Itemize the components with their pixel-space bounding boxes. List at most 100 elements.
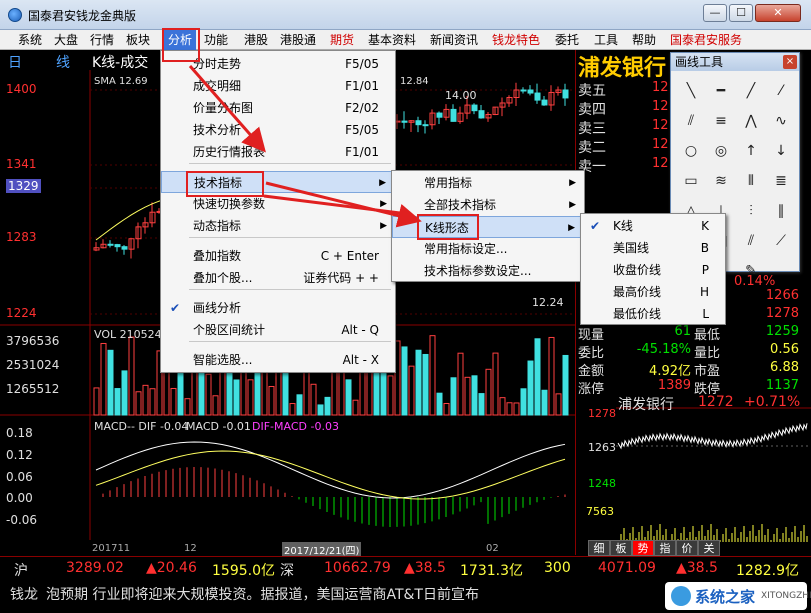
draw-tool-icon[interactable]: ⟋ [767,227,795,255]
minimize-button[interactable]: — [703,4,727,22]
draw-tool-icon[interactable]: ⫽ [737,227,765,255]
analysis-menu-item[interactable]: 个股区间统计 Alt - Q [161,319,395,341]
menu-14[interactable]: 帮助 [628,30,660,50]
menu-15[interactable]: 国泰君安服务 [666,30,746,50]
indicator-menu-item[interactable]: 常用指标 ▶ [392,172,584,194]
news-ticker[interactable]: 泡预期 行业即将迎来大规模投资。据报道，美国运营商AT&T日前宣布 [46,584,479,604]
macd-tick: 0.18 [6,426,33,440]
draw-tool-icon[interactable]: ⫽ [677,107,705,135]
menu-10[interactable]: 新闻资讯 [426,30,482,50]
mini-stock-name: 浦发银行 [618,397,674,413]
maximize-button[interactable]: ☐ [729,4,753,22]
menu-item-label: 技术指标参数设定... [424,264,532,278]
analysis-menu-item[interactable]: 历史行情报表 F1/01 [161,141,395,163]
draw-tool-icon[interactable]: ◎ [707,137,735,165]
menu-item-label: 全部技术指标 [424,198,497,212]
volume-bar [310,383,317,416]
draw-tool-icon[interactable] [767,257,795,285]
analysis-menu-item[interactable]: ✔ 画线分析 [161,297,395,319]
analysis-menu-item[interactable]: 叠加个股... 证券代码 + + [161,267,395,289]
price-tick: 1400 [6,82,37,96]
draw-tool-icon[interactable]: ━ [707,77,735,105]
draw-tool-icon[interactable]: ↓ [767,137,795,165]
draw-tool-icon[interactable]: ╲ [677,77,705,105]
kline-menu-item[interactable]: 最高价线 H [581,281,725,303]
stat-value: 61 [674,324,691,339]
draw-tool-icon[interactable]: ≡ [707,107,735,135]
draw-tool-icon[interactable]: ▭ [677,167,705,195]
menu-9[interactable]: 基本资料 [364,30,420,50]
volume-bar [345,379,352,416]
menu-item-label: 美国线 [613,241,650,255]
panel-tab[interactable]: 关 [698,540,720,556]
kline-menu-item[interactable]: 美国线 B [581,237,725,259]
analysis-menu-item[interactable]: 成交明细 F1/01 [161,75,395,97]
menu-8[interactable]: 期货 [326,30,358,50]
menu-item-label: 常用指标设定... [424,242,508,256]
draw-tools-close-button[interactable]: × [783,55,797,69]
menu-11[interactable]: 钱龙特色 [488,30,544,50]
panel-tab[interactable]: 板 [610,540,632,556]
analysis-menu-item[interactable]: 智能选股... Alt - X [161,349,395,371]
volume-bar [457,352,464,416]
extra-index-label: 300 [544,560,571,576]
kline-menu-item[interactable]: 收盘价线 P [581,259,725,281]
draw-tool-icon[interactable]: ⦀ [737,167,765,195]
kline-menu-item[interactable]: 最低价线 L [581,303,725,325]
menu-6[interactable]: 港股 [240,30,272,50]
analysis-menu-item[interactable]: 动态指标 ▶ [161,215,395,237]
draw-tool-icon[interactable]: ∿ [767,107,795,135]
indicator-menu-item[interactable]: 技术指标参数设定... [392,260,584,282]
sh-label: 沪 [14,563,28,579]
orderbook-price: 12 [652,118,669,133]
menu-12[interactable]: 委托 [551,30,583,50]
volume-bar [415,349,422,416]
panel-tab[interactable]: 价 [676,540,698,556]
orderbook-label: 卖四 [578,102,606,118]
candle-body [478,110,485,119]
analysis-menu: 分时走势 F5/05 成交明细 F1/01 价量分布图 F2/02 技术分析 F5/05 历史行… [160,50,396,373]
period-label[interactable]: 日 [8,52,22,72]
draw-tool-icon[interactable]: ⫶ [737,197,765,225]
draw-tool-icon[interactable]: ≣ [767,167,795,195]
close-button[interactable]: ✕ [755,4,801,22]
draw-tool-icon[interactable]: ⋀ [737,107,765,135]
draw-tool-icon[interactable]: ⁄ [767,77,795,105]
volume-bar [485,368,492,416]
analysis-menu-item[interactable]: 叠加指数 C + Enter [161,245,395,267]
draw-tool-icon[interactable]: ↑ [737,137,765,165]
analysis-menu-item[interactable]: 技术分析 F5/05 [161,119,395,141]
volume-bar [562,354,569,416]
menu-5[interactable]: 功能 [200,30,232,50]
kline-menu-item[interactable]: ✔ K线 K [581,215,725,237]
menu-7[interactable]: 港股通 [276,30,320,50]
analysis-menu-item[interactable]: 价量分布图 F2/02 [161,97,395,119]
menu-13[interactable]: 工具 [590,30,622,50]
draw-tool-icon[interactable]: ✎ [737,257,765,285]
menu-separator [189,237,391,238]
draw-tool-icon[interactable]: ∥ [767,197,795,225]
panel-tab[interactable]: 细 [588,540,610,556]
candle-body [114,244,121,248]
menu-2[interactable]: 行情 [86,30,118,50]
indicator-menu-item[interactable]: 全部技术指标 ▶ [392,194,584,216]
menu-0[interactable]: 系统 [14,30,46,50]
panel-tabs: 细板势指价关 [580,540,810,556]
draw-tool-icon[interactable]: ≋ [707,167,735,195]
type-label[interactable]: 线 [56,52,70,72]
orderbook-price: 12 [652,137,669,152]
macd-tick: 0.12 [6,448,33,462]
orderbook-label: 卖二 [578,140,606,156]
draw-tool-icon[interactable]: ╱ [737,77,765,105]
panel-tab[interactable]: 势 [632,540,654,556]
candle-body [562,89,569,99]
sma-label: SMA 12.69 [94,76,148,87]
panel-tab[interactable]: 指 [654,540,676,556]
draw-tool-icon[interactable]: ○ [677,137,705,165]
indicator-menu-item[interactable]: 常用指标设定... [392,238,584,260]
menu-3[interactable]: 板块 [122,30,154,50]
highlight-box [186,171,264,197]
menu-1[interactable]: 大盘 [50,30,82,50]
volume-bar [471,375,478,416]
submenu-arrow-icon: ▶ [379,178,386,188]
